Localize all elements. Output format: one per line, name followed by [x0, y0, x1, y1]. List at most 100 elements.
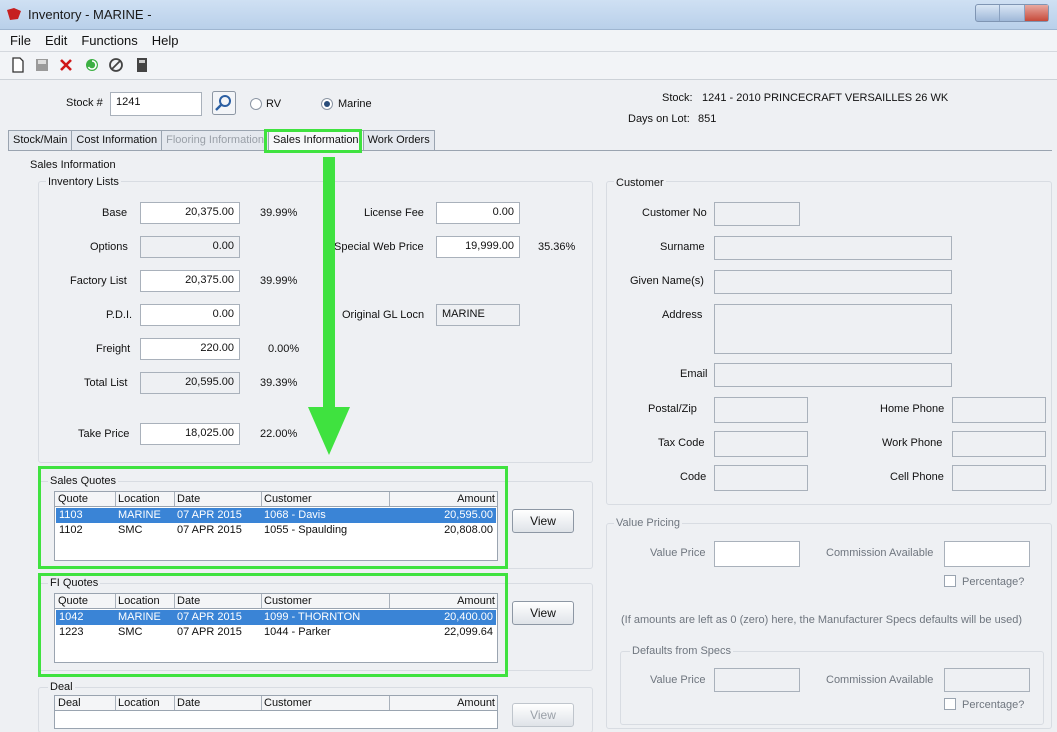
- surname-field: [714, 236, 952, 260]
- freight-percent: 0.00%: [268, 343, 300, 355]
- toolbar: [0, 52, 1057, 80]
- menu-functions[interactable]: Functions: [81, 33, 137, 48]
- base-label: Base: [102, 207, 128, 219]
- default-percentage-checkbox: [944, 698, 956, 710]
- tab-cost-information[interactable]: Cost Information: [71, 130, 163, 150]
- tax-code-label: Tax Code: [658, 437, 705, 449]
- customer-no-label: Customer No: [642, 207, 707, 219]
- special-web-price-field[interactable]: 19,999.00: [436, 236, 520, 258]
- special-web-price-percent: 35.36%: [538, 241, 576, 253]
- close-window-icon[interactable]: [1024, 5, 1048, 21]
- title-bar: Inventory - MARINE -: [0, 0, 1057, 30]
- cancel-icon[interactable]: [108, 57, 124, 73]
- green-arrow-annotation: [308, 157, 350, 455]
- app-icon: [7, 8, 21, 20]
- rv-radio-label: RV: [266, 98, 282, 110]
- fi-quotes-view-button[interactable]: View: [512, 601, 574, 625]
- column-header[interactable]: Deal: [58, 697, 81, 709]
- rv-radio[interactable]: [250, 98, 262, 110]
- search-icon[interactable]: [212, 91, 236, 115]
- deal-view-button: View: [512, 703, 574, 727]
- email-label: Email: [680, 368, 708, 380]
- take-price-percent: 22.00%: [260, 428, 298, 440]
- sales-quotes-view-button[interactable]: View: [512, 509, 574, 533]
- window-title: Inventory - MARINE -: [28, 7, 152, 22]
- freight-field[interactable]: 220.00: [140, 338, 240, 360]
- new-document-icon[interactable]: [10, 57, 26, 73]
- marine-radio[interactable]: [321, 98, 333, 110]
- take-price-field[interactable]: 18,025.00: [140, 423, 240, 445]
- stock-header: Stock # 1241 RV Marine Stock: 1241 - 201…: [8, 82, 1052, 130]
- postal-zip-field: [714, 397, 808, 423]
- base-percent: 39.99%: [260, 207, 298, 219]
- tab-bar: Stock/Main Cost Information Flooring Inf…: [8, 130, 435, 150]
- days-on-lot-value: 851: [698, 113, 717, 125]
- sales-information-title: Sales Information: [30, 159, 116, 171]
- value-price-label: Value Price: [650, 547, 706, 559]
- deal-title: Deal: [48, 681, 75, 693]
- deal-table: Deal Location Date Customer Amount: [54, 695, 498, 729]
- freight-label: Freight: [96, 343, 131, 355]
- value-price-field[interactable]: [714, 541, 800, 567]
- tab-flooring-information: Flooring Information: [161, 130, 269, 150]
- work-phone-field: [952, 431, 1046, 457]
- value-pricing-title: Value Pricing: [614, 517, 682, 529]
- save-icon[interactable]: [34, 57, 50, 73]
- original-gl-locn-label: Original GL Locn: [342, 309, 425, 321]
- total-list-percent: 39.39%: [260, 377, 298, 389]
- default-commission-field: [944, 668, 1030, 692]
- base-field[interactable]: 20,375.00: [140, 202, 240, 224]
- deal-header: Deal Location Date Customer Amount: [55, 696, 497, 711]
- menu-file[interactable]: File: [10, 33, 31, 48]
- delete-icon[interactable]: [58, 57, 74, 73]
- stock-description-value: 1241 - 2010 PRINCECRAFT VERSAILLES 26 WK: [702, 92, 949, 104]
- pdi-field[interactable]: 0.00: [140, 304, 240, 326]
- work-phone-label: Work Phone: [882, 437, 943, 449]
- address-field: [714, 304, 952, 354]
- sales-information-panel: Sales Information Inventory Lists Base 2…: [8, 150, 1052, 732]
- percentage-checkbox[interactable]: [944, 575, 956, 587]
- inventory-lists-title: Inventory Lists: [46, 176, 121, 188]
- default-percentage-label: Percentage?: [962, 699, 1025, 711]
- column-header[interactable]: Amount: [389, 696, 497, 710]
- code-label: Code: [680, 471, 707, 483]
- menu-bar: File Edit Functions Help: [0, 30, 1057, 52]
- home-phone-label: Home Phone: [880, 403, 945, 415]
- customer-no-field: [714, 202, 800, 226]
- given-names-label: Given Name(s): [630, 275, 704, 287]
- column-header[interactable]: Date: [174, 696, 200, 710]
- total-list-label: Total List: [84, 377, 128, 389]
- license-fee-field[interactable]: 0.00: [436, 202, 520, 224]
- days-on-lot-label: Days on Lot:: [628, 113, 690, 125]
- cell-phone-label: Cell Phone: [890, 471, 944, 483]
- refresh-icon[interactable]: [84, 57, 100, 73]
- window-controls[interactable]: [975, 4, 1049, 22]
- default-value-price-field: [714, 668, 800, 692]
- column-header[interactable]: Location: [115, 696, 160, 710]
- menu-edit[interactable]: Edit: [45, 33, 67, 48]
- stock-description-label: Stock:: [662, 92, 693, 104]
- tab-work-orders[interactable]: Work Orders: [362, 130, 435, 150]
- manufacturer-defaults-note: (If amounts are left as 0 (zero) here, t…: [621, 614, 1023, 626]
- license-fee-label: License Fee: [364, 207, 424, 219]
- cell-phone-field: [952, 465, 1046, 491]
- maximize-icon[interactable]: [1000, 5, 1025, 21]
- commission-available-label: Commission Available: [826, 547, 934, 559]
- home-phone-field: [952, 397, 1046, 423]
- factory-list-field[interactable]: 20,375.00: [140, 270, 240, 292]
- default-commission-label: Commission Available: [826, 674, 934, 686]
- calculator-icon[interactable]: [134, 57, 150, 73]
- commission-available-field[interactable]: [944, 541, 1030, 567]
- options-field: 0.00: [140, 236, 240, 258]
- minimize-icon[interactable]: [976, 5, 1001, 21]
- surname-label: Surname: [660, 241, 705, 253]
- highlight-box-sales-information-tab: [264, 129, 362, 153]
- options-label: Options: [90, 241, 128, 253]
- postal-zip-label: Postal/Zip: [648, 403, 697, 415]
- tab-stock-main[interactable]: Stock/Main: [8, 130, 73, 150]
- column-header[interactable]: Customer: [261, 696, 312, 710]
- stock-number-input[interactable]: 1241: [110, 92, 202, 116]
- highlight-box-sales-quotes: [38, 466, 508, 569]
- menu-help[interactable]: Help: [152, 33, 179, 48]
- stock-number-label: Stock #: [66, 97, 103, 109]
